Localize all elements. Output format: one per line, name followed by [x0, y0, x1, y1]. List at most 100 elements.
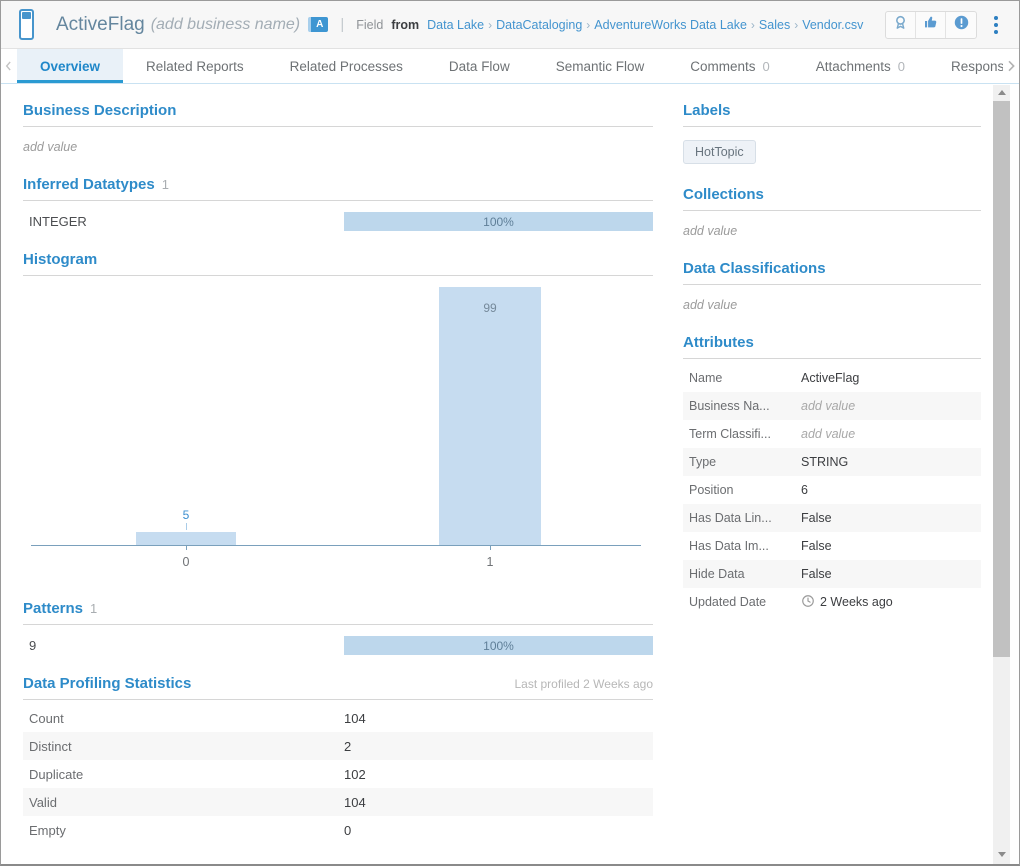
profiling-stat-label: Count [29, 711, 344, 726]
section-title: Histogram [23, 251, 97, 268]
scrollbar-thumb[interactable] [993, 101, 1010, 657]
section-business-description: Business Description add value [23, 86, 653, 154]
tab-overview[interactable]: Overview [17, 49, 123, 83]
action-button-group [885, 11, 977, 39]
bar-value-label: 5 [166, 508, 206, 522]
label-chip[interactable]: HotTopic [683, 140, 756, 164]
content: Business Description add value Inferred … [1, 84, 1019, 866]
tab-related-reports[interactable]: Related Reports [123, 49, 267, 83]
asset-type-badge: A [308, 17, 328, 32]
tabs-scroll-left-icon[interactable] [1, 49, 17, 83]
section-header: Data Classifications [683, 244, 981, 285]
profiling-row: Distinct2 [23, 732, 653, 760]
alert-button[interactable] [946, 12, 976, 38]
tab-comments[interactable]: Comments0 [667, 49, 793, 83]
section-title: Patterns [23, 600, 83, 617]
scroll-up-icon[interactable] [993, 85, 1010, 100]
section-data-classifications: Data Classifications add value [683, 244, 981, 312]
profiling-stat-label: Valid [29, 795, 344, 810]
attribute-row: Hide DataFalse [683, 560, 981, 588]
attribute-value: STRING [801, 455, 848, 469]
tab-semantic-flow[interactable]: Semantic Flow [533, 49, 668, 83]
alert-icon [953, 14, 970, 36]
attribute-label: Term Classifi... [689, 427, 801, 441]
tab-count: 0 [763, 59, 770, 74]
like-button[interactable] [916, 12, 946, 38]
tab-data-flow[interactable]: Data Flow [426, 49, 533, 83]
profiling-stat-label: Distinct [29, 739, 344, 754]
x-axis [31, 545, 641, 546]
profiling-stat-label: Duplicate [29, 767, 344, 782]
attribute-label: Updated Date [689, 595, 801, 609]
section-header: Data Profiling Statistics Last profiled … [23, 659, 653, 700]
tab-attachments[interactable]: Attachments0 [793, 49, 928, 83]
section-header: Patterns 1 [23, 584, 653, 625]
kebab-menu-icon[interactable] [985, 12, 1007, 38]
tab-responsibiliti[interactable]: Responsibiliti [928, 49, 1003, 83]
tab-label: Responsibiliti [951, 59, 1003, 74]
business-name-placeholder[interactable]: (add business name) [151, 16, 300, 34]
profiling-stat-label: Empty [29, 823, 344, 838]
breadcrumb-separator: › [794, 18, 798, 32]
tab-label: Related Reports [146, 59, 244, 74]
tab-bar: Overview Related Reports Related Processes… [1, 49, 1019, 84]
percent-bar: 100% [344, 636, 653, 655]
tabs: Overview Related Reports Related Processes… [17, 49, 1003, 83]
breadcrumb-item[interactable]: Vendor.csv [802, 18, 863, 32]
breadcrumb-item[interactable]: Data Lake [427, 18, 484, 32]
attribute-row: TypeSTRING [683, 448, 981, 476]
profiling-stat-value: 0 [344, 823, 351, 838]
add-value-field[interactable]: add value [683, 224, 981, 238]
add-value-field[interactable]: add value [683, 298, 981, 312]
tab-label: Attachments [816, 59, 891, 74]
page: ActiveFlag (add business name) A | Field… [0, 0, 1020, 866]
attribute-value: False [801, 567, 832, 581]
attribute-value[interactable]: add value [801, 399, 855, 413]
attribute-value: False [801, 511, 832, 525]
title-wrap: ActiveFlag (add business name) A | Field… [56, 14, 863, 36]
section-header: Histogram [23, 235, 653, 276]
attribute-row: Term Classifi...add value [683, 420, 981, 448]
attribute-row: NameActiveFlag [683, 364, 981, 392]
attribute-value: 6 [801, 483, 808, 497]
bar-row-label: INTEGER [29, 214, 344, 229]
attribute-row: Has Data Lin...False [683, 504, 981, 532]
asset-type-label: Field [356, 18, 383, 32]
profiling-row: Empty0 [23, 816, 653, 844]
label-leader-line [186, 523, 187, 530]
tab-label: Semantic Flow [556, 59, 645, 74]
profiling-stat-value: 104 [344, 711, 366, 726]
pattern-rows: 9100% [23, 636, 653, 655]
histogram-bar[interactable] [439, 287, 541, 545]
topbar-actions [885, 11, 1007, 39]
attribute-label: Has Data Im... [689, 539, 801, 553]
attribute-value[interactable]: add value [801, 427, 855, 441]
label-chips: HotTopic [683, 127, 981, 170]
attribute-label: Name [689, 371, 801, 385]
attribute-label: Type [689, 455, 801, 469]
right-column: Labels HotTopic Collections add value Da… [683, 84, 981, 866]
section-header: Inferred Datatypes 1 [23, 160, 653, 201]
attribute-row: Has Data Im...False [683, 532, 981, 560]
breadcrumb-item[interactable]: DataCataloging [496, 18, 582, 32]
attributes-table: NameActiveFlagBusiness Na...add valueTer… [683, 364, 981, 616]
profiling-row: Valid104 [23, 788, 653, 816]
profiling-table: Count104Distinct2Duplicate102Valid104Emp… [23, 704, 653, 844]
breadcrumb-item[interactable]: AdventureWorks Data Lake [594, 18, 747, 32]
certify-ribbon-button[interactable] [886, 12, 916, 38]
tabs-scroll-right-icon[interactable] [1003, 49, 1019, 83]
histogram-bar[interactable] [136, 532, 236, 545]
vertical-scrollbar[interactable] [993, 85, 1010, 864]
add-value-field[interactable]: add value [23, 140, 653, 154]
histogram-chart: 50991 [23, 278, 653, 584]
datatype-rows: INTEGER100% [23, 212, 653, 231]
breadcrumb-item[interactable]: Sales [759, 18, 790, 32]
scroll-down-icon[interactable] [993, 847, 1010, 862]
tab-label: Data Flow [449, 59, 510, 74]
attribute-label: Hide Data [689, 567, 801, 581]
bar-row-label: 9 [29, 638, 344, 653]
tab-related-processes[interactable]: Related Processes [267, 49, 426, 83]
section-header: Business Description [23, 86, 653, 127]
section-inferred-datatypes: Inferred Datatypes 1 INTEGER100% [23, 160, 653, 231]
clock-icon [801, 594, 815, 611]
